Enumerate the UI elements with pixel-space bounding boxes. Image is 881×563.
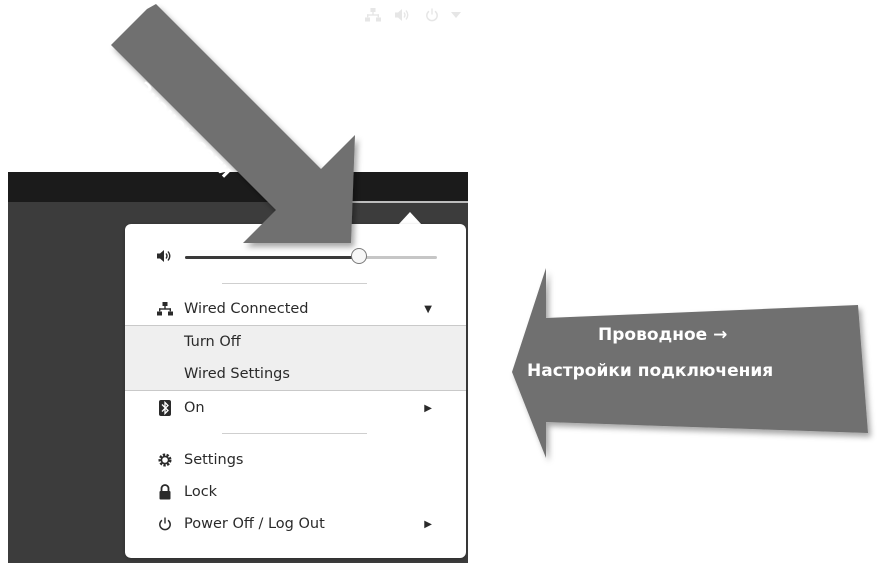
wired-settings-callout-arrow: [512, 268, 868, 458]
wired-settings-callout-line2: Настройки подключения: [527, 361, 774, 381]
wired-settings-callout-line1: Проводное →: [598, 325, 728, 345]
